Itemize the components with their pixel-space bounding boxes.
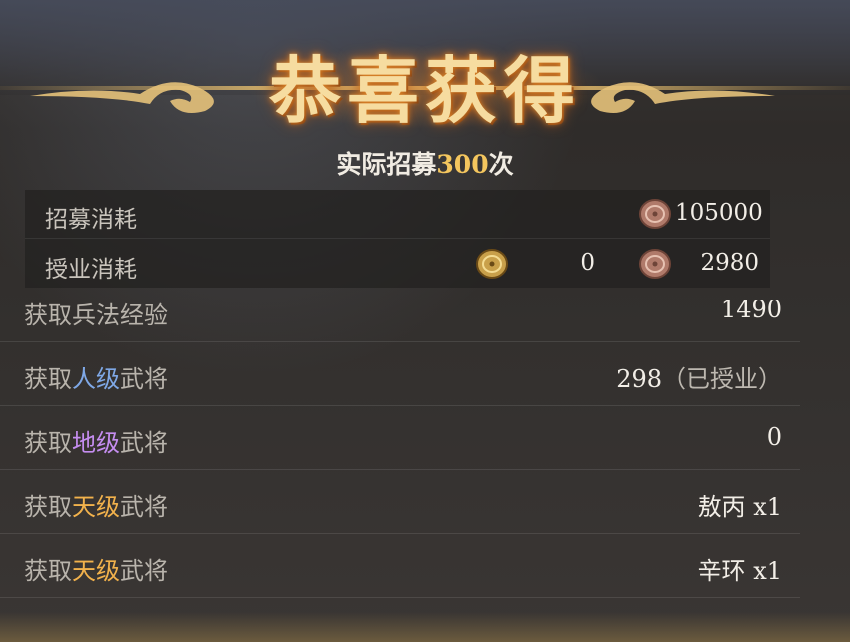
row-label: 获取人级武将 — [24, 365, 168, 393]
quality-ren-label: 人级 — [72, 365, 120, 393]
bottom-glow — [0, 612, 850, 642]
subtitle-suffix: 次 — [488, 150, 514, 179]
teach-cost-row: 授业消耗 0 2980 — [25, 240, 770, 288]
cost-label: 授业消耗 — [45, 257, 137, 283]
row-label: 获取天级武将 — [24, 493, 168, 521]
list-item: 获取人级武将 298（已授业） — [0, 342, 800, 406]
copper-coin-icon — [639, 249, 671, 279]
row-value: 298（已授业） — [616, 365, 782, 393]
row-value: 敖丙 x1 — [697, 493, 782, 521]
quality-di-label: 地级 — [72, 429, 120, 457]
row-label: 获取地级武将 — [24, 429, 168, 457]
cost-panel: 招募消耗 105000 授业消耗 0 2980 — [25, 190, 770, 288]
cost-value: 0 — [580, 250, 595, 276]
title-banner: 恭喜获得 — [0, 22, 850, 133]
recruit-cost-row: 招募消耗 105000 — [25, 190, 770, 239]
cost-label: 招募消耗 — [45, 207, 137, 233]
cost-value: 105000 — [675, 200, 763, 226]
row-value: 辛环 x1 — [697, 557, 782, 585]
gold-coin-icon — [476, 249, 508, 279]
copper-coin-icon — [639, 199, 671, 229]
quality-tian-label: 天级 — [72, 493, 120, 521]
row-value: 0 — [766, 423, 782, 451]
row-value: 1490 — [720, 300, 782, 323]
recruit-count-subtitle: 实际招募300次 — [0, 145, 850, 181]
list-item: 获取天级武将 敖丙 x1 — [0, 470, 800, 534]
list-item: 获取兵法经验 1490 — [0, 300, 800, 342]
quality-tian-label: 天级 — [72, 557, 120, 585]
row-label: 获取兵法经验 — [24, 301, 168, 329]
page-title: 恭喜获得 — [268, 48, 581, 133]
recruit-count: 300 — [436, 150, 489, 179]
row-label: 获取天级武将 — [24, 557, 168, 585]
subtitle-prefix: 实际招募 — [336, 150, 437, 179]
list-item: 获取地级武将 0 — [0, 406, 800, 470]
cost-value: 2980 — [700, 250, 759, 276]
list-item: 获取天级武将 辛环 x1 — [0, 534, 800, 598]
reward-list[interactable]: 获取兵法经验 1490 获取人级武将 298（已授业） 获取地级武将 0 获取天… — [0, 300, 850, 642]
